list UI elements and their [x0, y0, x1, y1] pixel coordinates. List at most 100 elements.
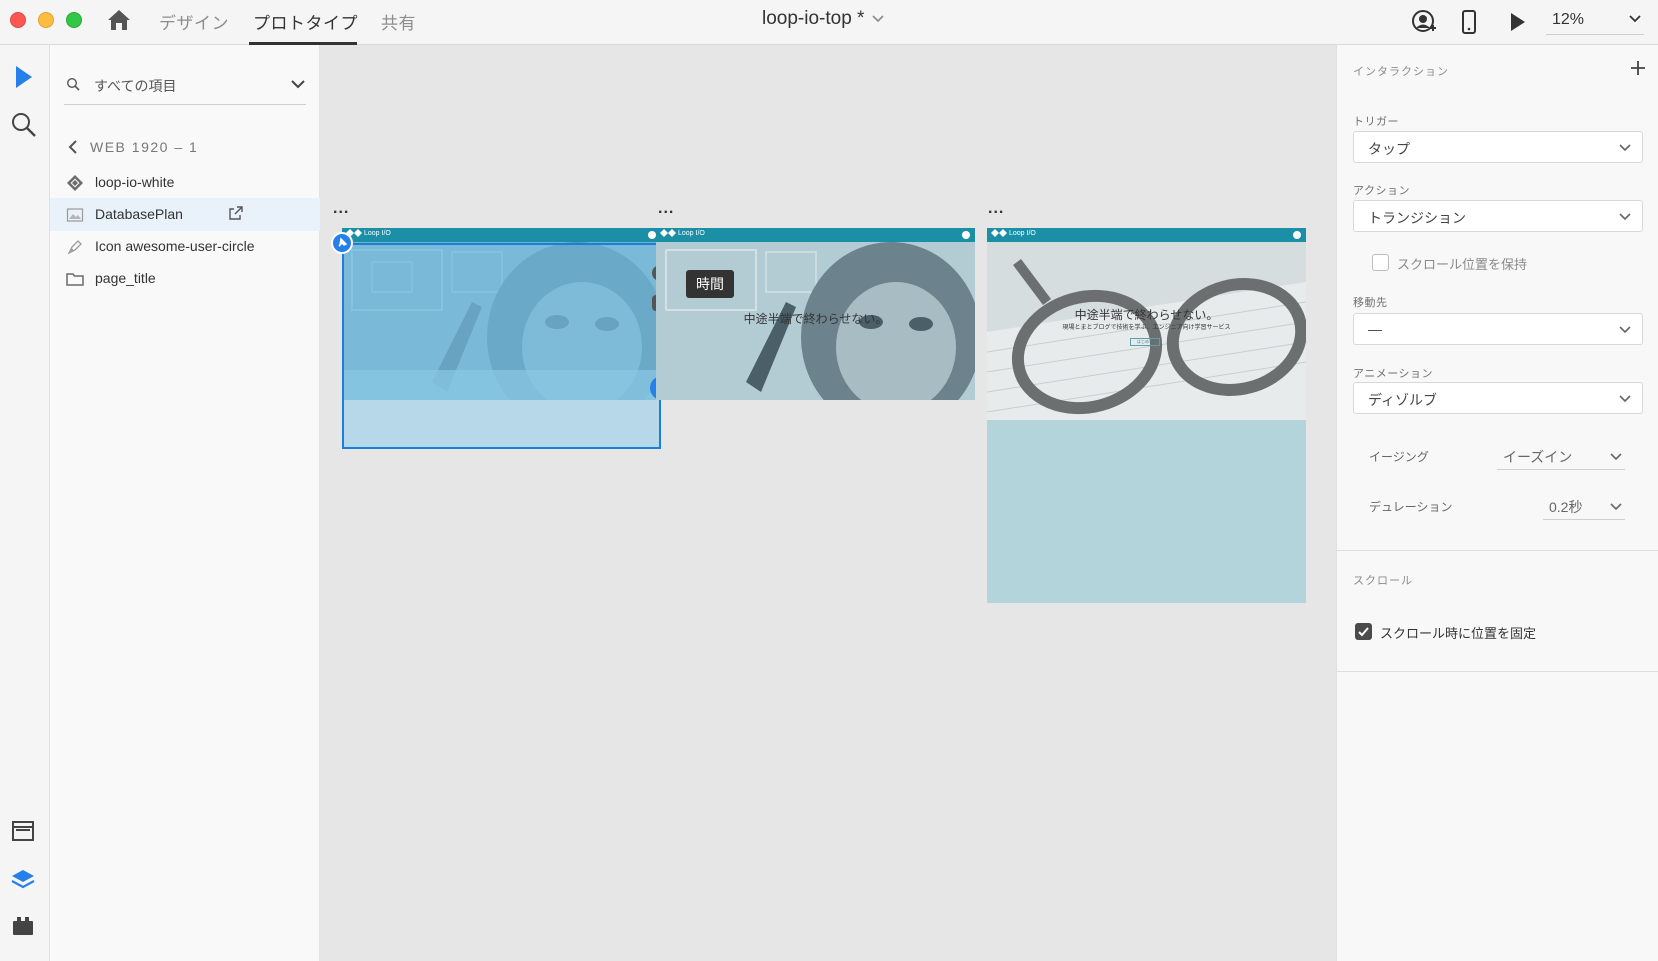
- destination-select[interactable]: —: [1353, 313, 1643, 345]
- minimize-window-button[interactable]: [38, 12, 54, 28]
- external-link-icon[interactable]: [228, 205, 244, 221]
- chevron-down-icon: [1619, 326, 1631, 334]
- site-logo-text: Loop I/O: [364, 229, 391, 237]
- layer-label: Icon awesome-user-circle: [95, 238, 255, 254]
- layer-item-selected[interactable]: DatabasePlan: [50, 198, 320, 231]
- user-circle-icon: [962, 231, 970, 239]
- duration-value: 0.2秒: [1549, 499, 1583, 515]
- document-title[interactable]: loop-io-top *: [762, 8, 885, 30]
- assets-icon[interactable]: [10, 818, 36, 844]
- action-select[interactable]: トランジション: [1353, 200, 1643, 232]
- hero-photo: [987, 242, 1306, 420]
- close-window-button[interactable]: [10, 12, 26, 28]
- animation-select[interactable]: ディゾルブ: [1353, 382, 1643, 414]
- home-icon[interactable]: [106, 8, 132, 32]
- layers-panel: すべての項目 WEB 1920 – 1 loop-io-white Databa…: [50, 45, 320, 961]
- layer-item[interactable]: page_title: [50, 262, 320, 295]
- chevron-left-icon: [68, 140, 77, 154]
- chevron-down-icon: [872, 15, 885, 23]
- scroll-section-title: スクロール: [1353, 575, 1413, 587]
- chevron-down-icon: [1629, 15, 1641, 23]
- logo-mark-icon: [660, 229, 676, 237]
- search-icon: [66, 77, 80, 91]
- keep-scroll-label: スクロール位置を保持: [1397, 257, 1528, 272]
- invite-user-icon[interactable]: [1410, 8, 1438, 36]
- chevron-down-icon: [1610, 503, 1622, 511]
- tab-share[interactable]: 共有: [381, 9, 416, 34]
- chevron-down-icon: [1619, 213, 1631, 221]
- site-logo-text: Loop I/O: [678, 229, 705, 237]
- interaction-panel: インタラクション トリガー タップ アクション トランジション スクロール位置を…: [1336, 45, 1658, 961]
- chevron-down-icon: [291, 80, 305, 89]
- fix-position-checkbox[interactable]: [1355, 623, 1372, 640]
- trigger-select[interactable]: タップ: [1353, 131, 1643, 163]
- chevron-down-icon: [1619, 144, 1631, 152]
- section-divider: [1337, 671, 1658, 672]
- destination-label: 移動先: [1353, 297, 1388, 309]
- artboard-menu[interactable]: ...: [333, 200, 349, 218]
- hero-headline: 中途半端で終わらせない。: [1074, 308, 1219, 322]
- layers-icon[interactable]: [10, 867, 36, 893]
- keep-scroll-checkbox[interactable]: [1372, 254, 1389, 271]
- site-logo: Loop I/O: [660, 229, 705, 237]
- time-trigger-tag[interactable]: 時間: [686, 270, 734, 298]
- tab-design[interactable]: デザイン: [159, 9, 229, 34]
- fix-position-label: スクロール時に位置を固定: [1380, 626, 1537, 641]
- canvas[interactable]: ... ... ... Loop I/O Loop I/O 中途半端で終わらせな…: [320, 45, 1336, 961]
- document-title-text: loop-io-top *: [762, 8, 865, 29]
- layer-item[interactable]: loop-io-white: [50, 166, 320, 199]
- add-interaction-icon[interactable]: [1627, 57, 1649, 79]
- action-label: アクション: [1353, 185, 1410, 197]
- hero-subline: 現場とまとブログで技術を学ぶ、エンジニア向け学習サービス: [1062, 325, 1231, 331]
- interaction-section-title: インタラクション: [1353, 66, 1449, 78]
- hero-headline: 中途半端で終わらせない。: [743, 312, 888, 326]
- layer-label: page_title: [95, 270, 156, 286]
- layer-item[interactable]: Icon awesome-user-circle: [50, 230, 320, 263]
- logo-mark-icon: [991, 229, 1007, 237]
- checkmark-icon: [1358, 627, 1369, 637]
- tab-prototype[interactable]: プロトタイプ: [253, 9, 358, 34]
- user-circle-icon: [648, 231, 656, 239]
- selected-layer-frame[interactable]: [342, 243, 661, 449]
- artboard-menu[interactable]: ...: [988, 200, 1004, 218]
- component-icon: [67, 175, 83, 191]
- section-divider: [1337, 550, 1658, 551]
- layer-filter-select[interactable]: すべての項目: [64, 67, 306, 105]
- zoom-select[interactable]: 12%: [1546, 9, 1644, 35]
- fixed-position-pin-icon[interactable]: [331, 232, 353, 254]
- breadcrumb-label: WEB 1920 – 1: [90, 139, 199, 155]
- artboard-menu[interactable]: ...: [658, 200, 674, 218]
- artboard-header: Loop I/O: [987, 228, 1306, 242]
- animation-value: ディゾルブ: [1368, 392, 1438, 408]
- easing-value: イーズイン: [1503, 449, 1573, 465]
- folder-icon: [66, 273, 84, 286]
- plugins-icon[interactable]: [10, 913, 36, 939]
- pen-path-icon: [67, 240, 82, 255]
- device-preview-icon[interactable]: [1455, 8, 1483, 36]
- destination-value: —: [1368, 321, 1382, 337]
- site-logo: Loop I/O: [991, 229, 1036, 237]
- maximize-window-button[interactable]: [66, 12, 82, 28]
- play-preview-icon[interactable]: [1503, 8, 1531, 36]
- select-tool-icon[interactable]: [10, 63, 38, 91]
- site-logo-text: Loop I/O: [1009, 229, 1036, 237]
- artboard-header: Loop I/O: [656, 228, 975, 242]
- breadcrumb[interactable]: WEB 1920 – 1: [68, 139, 198, 155]
- chevron-down-icon: [1619, 395, 1631, 403]
- duration-label: デュレーション: [1369, 500, 1453, 514]
- start-button: はじめる: [1130, 338, 1160, 346]
- layer-filter-label: すべての項目: [94, 78, 177, 94]
- title-bar: デザイン プロトタイプ 共有 loop-io-top * 12%: [0, 0, 1658, 45]
- artboard-2[interactable]: Loop I/O 中途半端で終わらせない。: [656, 228, 975, 400]
- zoom-tool-icon[interactable]: [10, 111, 38, 139]
- artboard-3[interactable]: Loop I/O 中途半端で終わらせない。 現場とまとブログで技術を学ぶ、エンジ…: [987, 228, 1306, 603]
- layer-label: DatabasePlan: [95, 206, 183, 222]
- chevron-down-icon: [1610, 453, 1622, 461]
- duration-select[interactable]: 0.2秒: [1543, 494, 1625, 520]
- animation-label: アニメーション: [1353, 368, 1434, 380]
- user-circle-icon: [1293, 231, 1301, 239]
- artboard-header: Loop I/O: [342, 228, 661, 242]
- easing-label: イージング: [1369, 450, 1429, 464]
- easing-select[interactable]: イーズイン: [1497, 444, 1625, 470]
- trigger-label: トリガー: [1353, 116, 1399, 128]
